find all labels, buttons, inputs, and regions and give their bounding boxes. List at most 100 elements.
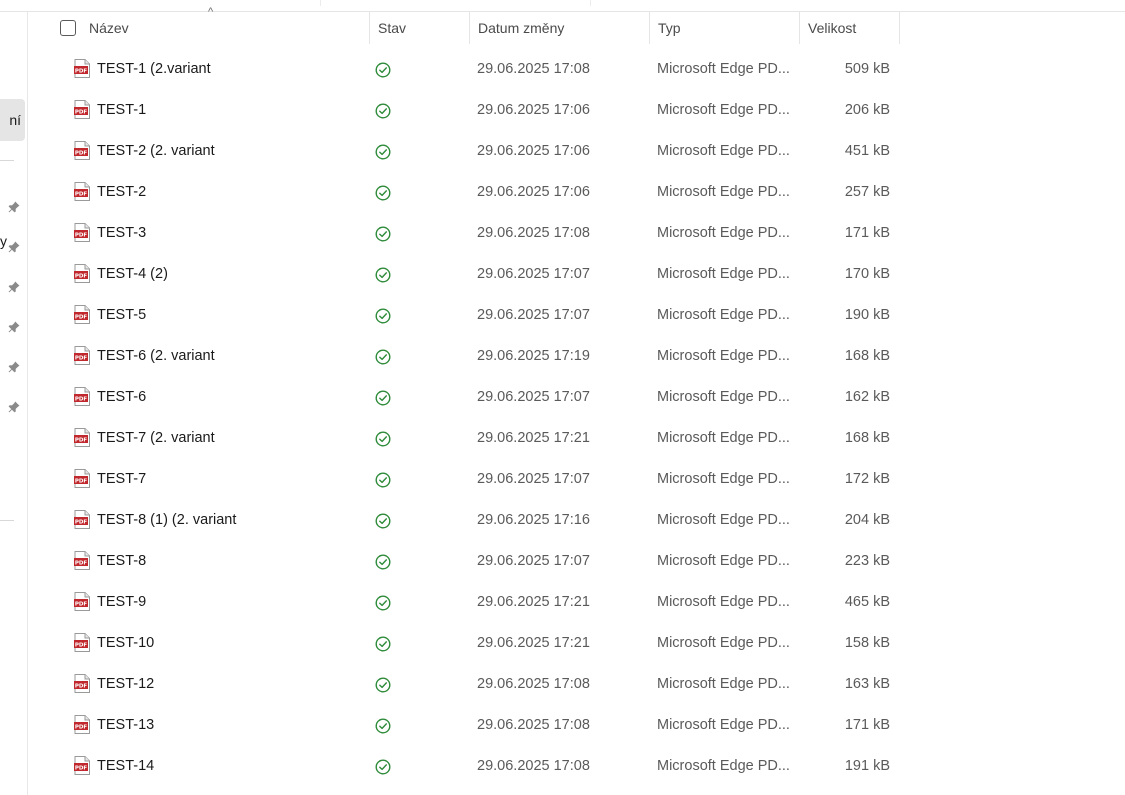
nav-divider	[0, 160, 14, 161]
pdf-file-icon: PDF	[74, 387, 90, 406]
file-date-modified: 29.06.2025 17:08	[477, 61, 590, 77]
file-row[interactable]: PDF TEST-4 (2) 29.06.2025 17:07 Microsof…	[40, 255, 900, 296]
column-header-label: Stav	[378, 20, 407, 36]
svg-text:PDF: PDF	[75, 725, 88, 731]
pdf-file-icon: PDF	[74, 223, 90, 242]
pin-icon	[8, 321, 20, 333]
file-size: 191 kB	[844, 758, 890, 774]
file-type: Microsoft Edge PD...	[657, 553, 790, 569]
file-row[interactable]: PDF TEST-2 (2. variant 29.06.2025 17:06 …	[40, 132, 900, 173]
file-size: 172 kB	[844, 471, 890, 487]
file-row[interactable]: PDF TEST-9 29.06.2025 17:21 Microsoft Ed…	[40, 583, 900, 624]
column-header-name[interactable]: Název ^	[40, 6, 370, 44]
file-name: TEST-5	[97, 307, 147, 323]
file-date-modified: 29.06.2025 17:08	[477, 225, 590, 241]
file-name: TEST-4 (2)	[97, 266, 168, 282]
file-row[interactable]: PDF TEST-6 29.06.2025 17:07 Microsoft Ed…	[40, 378, 900, 419]
file-type: Microsoft Edge PD...	[657, 635, 790, 651]
file-name: TEST-7 (2. variant	[97, 430, 215, 446]
file-name: TEST-6	[97, 389, 147, 405]
svg-text:PDF: PDF	[75, 766, 88, 772]
file-row[interactable]: PDF TEST-1 (2.variant 29.06.2025 17:08 M…	[40, 50, 900, 91]
file-size: 465 kB	[844, 594, 890, 610]
file-row[interactable]: PDF TEST-13 29.06.2025 17:08 Microsoft E…	[40, 706, 900, 747]
file-type: Microsoft Edge PD...	[657, 307, 790, 323]
file-row[interactable]: PDF TEST-6 (2. variant 29.06.2025 17:19 …	[40, 337, 900, 378]
file-row[interactable]: PDF TEST-7 29.06.2025 17:07 Microsoft Ed…	[40, 460, 900, 501]
select-all-checkbox[interactable]	[60, 20, 76, 36]
available-checkmark-icon	[375, 718, 391, 734]
file-row[interactable]: PDF TEST-1 29.06.2025 17:06 Microsoft Ed…	[40, 91, 900, 132]
available-checkmark-icon	[375, 62, 391, 78]
file-name: TEST-6 (2. variant	[97, 348, 215, 364]
file-name: TEST-7	[97, 471, 147, 487]
column-header-label: Velikost	[808, 20, 857, 36]
file-size: 171 kB	[844, 717, 890, 733]
file-date-modified: 29.06.2025 17:07	[477, 389, 590, 405]
file-type: Microsoft Edge PD...	[657, 717, 790, 733]
file-size: 206 kB	[844, 102, 890, 118]
file-name: TEST-8 (1) (2. variant	[97, 512, 237, 528]
file-row[interactable]: PDF TEST-8 29.06.2025 17:07 Microsoft Ed…	[40, 542, 900, 583]
available-checkmark-icon	[375, 103, 391, 119]
file-row[interactable]: PDF TEST-7 (2. variant 29.06.2025 17:21 …	[40, 419, 900, 460]
svg-text:PDF: PDF	[75, 438, 88, 444]
available-checkmark-icon	[375, 349, 391, 365]
file-name: TEST-3	[97, 225, 147, 241]
file-date-modified: 29.06.2025 17:19	[477, 348, 590, 364]
pdf-file-icon: PDF	[74, 633, 90, 652]
pdf-file-icon: PDF	[74, 551, 90, 570]
pin-icon	[8, 201, 20, 213]
file-size: 171 kB	[844, 225, 890, 241]
file-row[interactable]: PDF TEST-8 (1) (2. variant 29.06.2025 17…	[40, 501, 900, 542]
file-row[interactable]: PDF TEST-14 29.06.2025 17:08 Microsoft E…	[40, 747, 900, 788]
column-header-type[interactable]: Typ	[650, 12, 800, 44]
file-date-modified: 29.06.2025 17:21	[477, 635, 590, 651]
file-row[interactable]: PDF TEST-12 29.06.2025 17:08 Microsoft E…	[40, 665, 900, 706]
file-row[interactable]: PDF TEST-3 29.06.2025 17:08 Microsoft Ed…	[40, 214, 900, 255]
file-date-modified: 29.06.2025 17:07	[477, 307, 590, 323]
available-checkmark-icon	[375, 636, 391, 652]
file-row[interactable]: PDF TEST-10 29.06.2025 17:21 Microsoft E…	[40, 624, 900, 665]
column-header-size[interactable]: Velikost	[800, 12, 900, 44]
column-header-label: Datum změny	[478, 20, 565, 36]
pdf-file-icon: PDF	[74, 756, 90, 775]
file-type: Microsoft Edge PD...	[657, 348, 790, 364]
file-type: Microsoft Edge PD...	[657, 61, 790, 77]
pdf-file-icon: PDF	[74, 592, 90, 611]
svg-text:PDF: PDF	[75, 151, 88, 157]
svg-text:PDF: PDF	[75, 397, 88, 403]
file-date-modified: 29.06.2025 17:16	[477, 512, 590, 528]
file-size: 451 kB	[844, 143, 890, 159]
available-checkmark-icon	[375, 677, 391, 693]
file-date-modified: 29.06.2025 17:07	[477, 266, 590, 282]
available-checkmark-icon	[375, 595, 391, 611]
pdf-file-icon: PDF	[74, 469, 90, 488]
nav-item-selected[interactable]: ní	[0, 99, 25, 141]
file-type: Microsoft Edge PD...	[657, 225, 790, 241]
toolbar-separator	[320, 0, 321, 6]
file-name: TEST-13	[97, 717, 155, 733]
nav-item-label: ní	[9, 112, 21, 128]
pdf-file-icon: PDF	[74, 715, 90, 734]
file-row[interactable]: PDF TEST-5 29.06.2025 17:07 Microsoft Ed…	[40, 296, 900, 337]
svg-text:PDF: PDF	[75, 192, 88, 198]
available-checkmark-icon	[375, 431, 391, 447]
file-name: TEST-10	[97, 635, 155, 651]
pin-icon	[8, 401, 20, 413]
file-name: TEST-1 (2.variant	[97, 61, 211, 77]
available-checkmark-icon	[375, 472, 391, 488]
svg-text:PDF: PDF	[75, 356, 88, 362]
file-type: Microsoft Edge PD...	[657, 184, 790, 200]
file-type: Microsoft Edge PD...	[657, 430, 790, 446]
column-header-status[interactable]: Stav	[370, 12, 470, 44]
available-checkmark-icon	[375, 390, 391, 406]
file-size: 163 kB	[844, 676, 890, 692]
file-row[interactable]: PDF TEST-2 29.06.2025 17:06 Microsoft Ed…	[40, 173, 900, 214]
available-checkmark-icon	[375, 554, 391, 570]
file-size: 158 kB	[844, 635, 890, 651]
nav-item-label: y	[0, 233, 7, 249]
column-header-date[interactable]: Datum změny	[470, 12, 650, 44]
svg-text:PDF: PDF	[75, 110, 88, 116]
file-type: Microsoft Edge PD...	[657, 512, 790, 528]
